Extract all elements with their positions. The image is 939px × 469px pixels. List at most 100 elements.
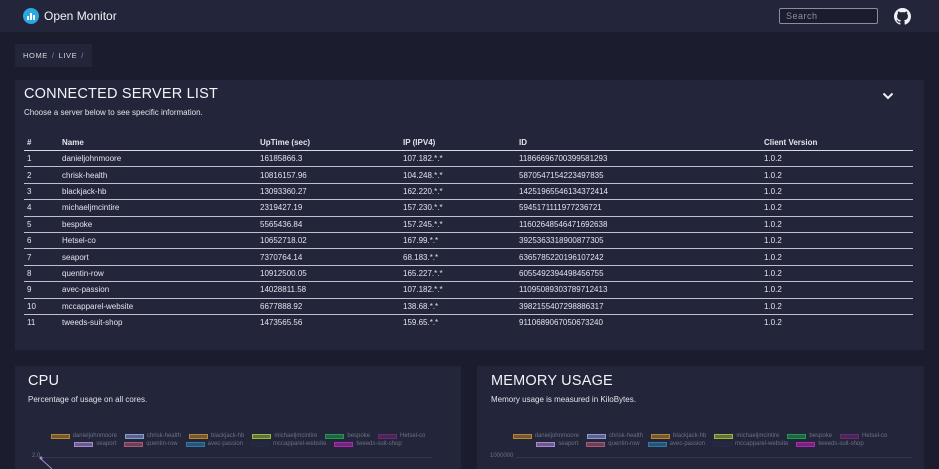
cpu-legend-item[interactable]: chrisk-health — [124, 433, 181, 439]
cpu-legend-item[interactable]: quentin-row — [124, 441, 178, 447]
table-row[interactable]: 9 avec-passion 14028811.58 107.182.*.* 11095… — [24, 281, 913, 299]
memory-gridline — [516, 457, 912, 458]
table-row[interactable]: 4 michaeljmcintire 2319427.19 157.230.*.* 59… — [24, 199, 913, 217]
cpu-legend-item[interactable]: tweeds-suit-shop — [334, 441, 402, 447]
legend-swatch — [124, 433, 144, 439]
memory-legend-item[interactable]: avec-passion — [647, 441, 705, 447]
legend-swatch — [586, 441, 606, 447]
table-cell: 4 — [24, 199, 59, 217]
memory-legend-item[interactable]: mccapparel-website — [713, 441, 788, 447]
legend-label: michaeljmcintire — [736, 433, 780, 439]
cpu-legend-item[interactable]: bespoke — [325, 433, 370, 439]
legend-swatch — [378, 433, 398, 439]
cpu-legend-item[interactable]: mccapparel-website — [251, 441, 326, 447]
table-cell: 1.0.2 — [761, 183, 913, 201]
legend-label: Hetsel-co — [862, 433, 888, 439]
table-cell: 5870547154223497835 — [516, 166, 761, 184]
table-cell: 10 — [24, 298, 59, 315]
legend-label: michaeljmcintire — [274, 433, 318, 439]
table-cell: 3925363318900877305 — [516, 232, 761, 250]
table-cell: 9 — [24, 281, 59, 299]
table-cell: 8 — [24, 265, 59, 283]
cpu-chart-legend: danieljohnmoore chrisk-health blackjack-hb… — [28, 433, 448, 447]
table-cell: 1.0.2 — [761, 232, 913, 250]
memory-legend-item[interactable]: michaeljmcintire — [714, 433, 779, 439]
legend-label: seaport — [96, 441, 117, 447]
legend-swatch — [840, 433, 860, 439]
table-cell: 10652718.02 — [257, 232, 400, 250]
legend-label: quentin-row — [146, 441, 178, 447]
table-cell: quentin-row — [59, 265, 257, 283]
cpu-legend-item[interactable]: danieljohnmoore — [50, 433, 117, 439]
legend-swatch — [714, 433, 734, 439]
table-cell: 10816157.96 — [257, 166, 400, 184]
table-row[interactable]: 5 bespoke 5565436.84 157.245.*.* 11602648546… — [24, 216, 913, 233]
table-cell: 2 — [24, 166, 59, 184]
table-cell: 1 — [24, 150, 59, 168]
table-cell: 6365785220196107242 — [516, 248, 761, 266]
memory-legend-item[interactable]: Hetsel-co — [840, 433, 887, 439]
table-cell: blackjack-hb — [59, 183, 257, 201]
table-cell: 1.0.2 — [761, 281, 913, 299]
legend-swatch — [536, 441, 556, 447]
breadcrumb-live[interactable]: LIVE — [59, 51, 78, 60]
memory-legend-item[interactable]: quentin-row — [586, 441, 640, 447]
legend-label: blackjack-hb — [672, 433, 707, 439]
table-cell: 107.182.*.* — [400, 281, 516, 299]
search-input[interactable] — [779, 8, 878, 24]
table-cell: chrisk-health — [59, 166, 257, 184]
legend-swatch — [796, 441, 816, 447]
table-row[interactable]: 3 blackjack-hb 13093360.27 162.220.*.* 14251… — [24, 183, 913, 201]
table-cell: Hetsel-co — [59, 232, 257, 250]
table-cell: 2319427.19 — [257, 199, 400, 217]
table-cell: 5565436.84 — [257, 216, 400, 233]
table-row[interactable]: 10 mccapparel-website 6677888.92 138.68.*.*… — [24, 298, 913, 315]
table-cell: 6 — [24, 232, 59, 250]
column-header: Name — [59, 135, 257, 151]
chevron-down-icon[interactable] — [882, 92, 894, 100]
memory-legend-item[interactable]: blackjack-hb — [650, 433, 707, 439]
table-cell: 14028811.58 — [257, 281, 400, 299]
memory-legend-item[interactable]: tweeds-suit-shop — [796, 441, 864, 447]
table-header-row: # Name UpTime (sec) IP (IPV4) ID Client Versi… — [24, 135, 913, 151]
table-row[interactable]: 6 Hetsel-co 10652718.02 167.99.*.* 392536331… — [24, 232, 913, 250]
table-cell: 9110689067050673240 — [519, 318, 603, 328]
cpu-legend-item[interactable]: michaeljmcintire — [252, 433, 317, 439]
column-header: IP (IPV4) — [400, 135, 516, 151]
table-cell: danieljohnmoore — [59, 150, 257, 168]
table-row[interactable]: 7 seaport 7370764.14 68.183.*.* 636578522019… — [24, 248, 913, 266]
table-cell: mccapparel-website — [59, 298, 257, 315]
legend-label: bespoke — [809, 433, 833, 439]
legend-swatch — [787, 433, 807, 439]
cpu-legend-item[interactable]: seaport — [74, 441, 116, 447]
table-cell: 1.0.2 — [761, 265, 913, 283]
table-row[interactable]: 1 danieljohnmoore 16185866.3 107.182.*.* 118… — [24, 150, 913, 168]
memory-legend-item[interactable]: bespoke — [787, 433, 832, 439]
table-cell: 3 — [24, 183, 59, 201]
legend-label: blackjack-hb — [210, 433, 245, 439]
memory-legend-item[interactable]: danieljohnmoore — [512, 433, 579, 439]
github-icon[interactable] — [894, 8, 911, 25]
monitor-logo-icon — [23, 8, 39, 24]
cpu-title: CPU — [28, 373, 60, 389]
table-cell: 157.245.*.* — [400, 216, 516, 233]
cpu-legend-item[interactable]: Hetsel-co — [378, 433, 425, 439]
cpu-legend-item[interactable]: blackjack-hb — [188, 433, 245, 439]
cpu-legend-item[interactable]: avec-passion — [185, 441, 243, 447]
column-header: Client Version — [761, 135, 913, 151]
legend-label: seaport — [558, 441, 579, 447]
legend-label: mccapparel-website — [735, 441, 789, 447]
memory-legend-item[interactable]: chrisk-health — [586, 433, 643, 439]
legend-swatch — [334, 441, 354, 447]
table-cell: 1.0.2 — [764, 318, 782, 328]
table-row[interactable]: 8 quentin-row 10912500.05 165.227.*.* 605549… — [24, 265, 913, 283]
server-table: # Name UpTime (sec) IP (IPV4) ID Client Versi… — [24, 135, 913, 330]
table-row[interactable]: 2 chrisk-health 10816157.96 104.248.*.* 5870… — [24, 166, 913, 184]
table-row[interactable]: 11 tweeds-suit-shop 1473565.56 159.65.*.* 91… — [24, 314, 913, 330]
memory-legend-item[interactable]: seaport — [536, 441, 578, 447]
cpu-card — [15, 366, 461, 469]
legend-swatch — [512, 433, 532, 439]
breadcrumb-home[interactable]: HOME — [23, 51, 48, 60]
table-cell: 7 — [24, 248, 59, 266]
brand[interactable]: Open Monitor — [23, 8, 117, 24]
